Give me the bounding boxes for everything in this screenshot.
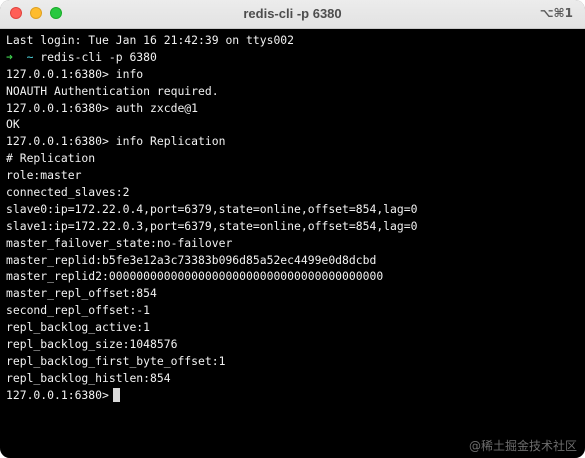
- terminal-line: 127.0.0.1:6380> info Replication: [6, 134, 226, 149]
- terminal-line: repl_backlog_active:1: [6, 320, 151, 335]
- terminal-line: master_replid2:0000000000000000000000000…: [6, 269, 384, 284]
- terminal-line: repl_backlog_size:1048576: [6, 337, 178, 352]
- terminal-line: NOAUTH Authentication required.: [6, 83, 219, 98]
- prompt-dir: ~: [26, 49, 34, 64]
- prompt-arrow-icon: ➜: [6, 49, 13, 64]
- watermark: @稀土掘金技术社区: [468, 439, 577, 453]
- terminal-line: Last login: Tue Jan 16 21:42:39 on ttys0…: [6, 33, 295, 47]
- terminal-line: slave1:ip=172.22.0.3,port=6379,state=onl…: [6, 218, 418, 233]
- terminal-line: repl_backlog_first_byte_offset:1: [6, 353, 226, 368]
- terminal-line: # Replication: [6, 151, 96, 166]
- terminal-line: repl_backlog_histlen:854: [6, 370, 171, 385]
- terminal-window: redis-cli -p 6380 ⌥⌘1 Last login: Tue Ja…: [0, 0, 585, 458]
- terminal-line: connected_slaves:2: [6, 185, 130, 200]
- terminal-line: master_failover_state:no-failover: [6, 235, 233, 250]
- terminal-line-command: ➜ ~ redis-cli -p 6380: [6, 49, 417, 66]
- prompt-text: 127.0.0.1:6380>: [6, 387, 109, 402]
- terminal-line: master_replid:b5fe3e12a3c73383b096d85a52…: [6, 252, 377, 267]
- cursor-icon: [112, 387, 120, 402]
- terminal-line: 127.0.0.1:6380> auth zxcde@1: [6, 100, 199, 115]
- terminal-line: OK: [6, 117, 20, 132]
- terminal-line: slave0:ip=172.22.0.4,port=6379,state=onl…: [6, 201, 418, 216]
- command-text: redis-cli -p 6380: [40, 49, 157, 64]
- terminal-output[interactable]: Last login: Tue Jan 16 21:42:39 on ttys0…: [0, 29, 585, 458]
- title-bar[interactable]: redis-cli -p 6380 ⌥⌘1: [0, 0, 585, 29]
- terminal-line: master_repl_offset:854: [6, 286, 157, 301]
- terminal-prompt-line[interactable]: 127.0.0.1:6380>: [6, 387, 417, 404]
- terminal-line: 127.0.0.1:6380> info: [6, 66, 144, 81]
- window-shortcut: ⌥⌘1: [539, 6, 573, 20]
- terminal-line: role:master: [6, 168, 82, 183]
- terminal-line: second_repl_offset:-1: [6, 303, 151, 318]
- window-title: redis-cli -p 6380: [243, 6, 342, 21]
